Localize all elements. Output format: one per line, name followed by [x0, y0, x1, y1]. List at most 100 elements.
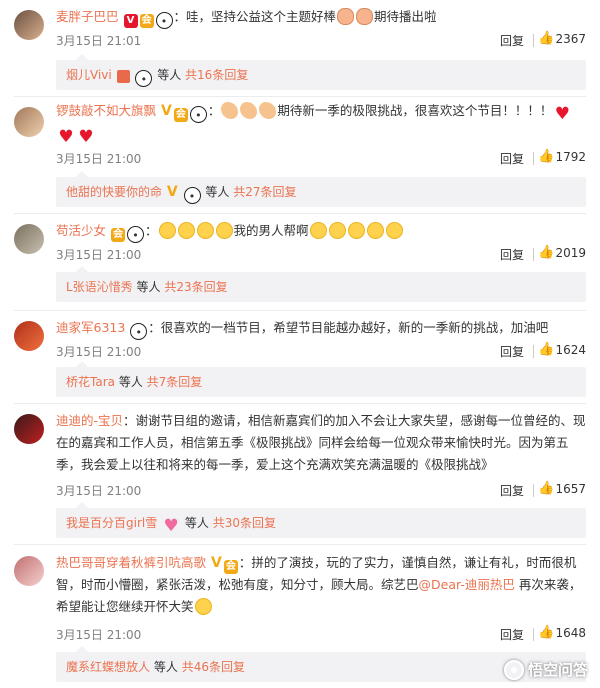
reply-button[interactable]: 回复	[500, 32, 524, 49]
comment-date: 3月15日 21:00	[56, 484, 142, 498]
avatar[interactable]	[14, 556, 44, 586]
watermark: 悟空问答	[503, 659, 588, 680]
comment-username[interactable]: 热巴哥哥穿着秋裤引吭高歌	[56, 555, 206, 570]
arrow-icon	[76, 361, 88, 367]
reply-button[interactable]: 回复	[500, 343, 524, 360]
comment-username[interactable]: 麦胖子巴巴	[56, 9, 119, 24]
comment-text: 期待新一季的极限挑战，很喜欢这个节目！！！！	[277, 103, 553, 118]
reply-total-link[interactable]: 共23条回复	[164, 280, 227, 294]
crying-emoji-icon	[158, 222, 176, 239]
reply-total-link[interactable]: 共16条回复	[185, 68, 248, 82]
divider	[14, 213, 586, 214]
sub-replies-box[interactable]: 我是百分百girl雪 ♥ 等人 共30条回复	[56, 502, 586, 538]
reply-total-link[interactable]: 共27条回复	[233, 185, 296, 199]
comment-username[interactable]: 锣鼓敲不如大旗飘	[56, 103, 156, 118]
thumbs-up-icon[interactable]: 👍	[538, 626, 554, 640]
comment-date: 3月15日 21:00	[56, 345, 142, 359]
reply-user[interactable]: 我是百分百girl雪	[66, 516, 157, 530]
divider	[14, 544, 586, 545]
panda-emoji-icon: •	[135, 70, 153, 87]
smile-emoji-icon	[194, 598, 212, 615]
reply-middle: 等人	[118, 375, 143, 389]
comment-meta: 3月15日 21:01 回复 👍 2367	[56, 32, 586, 50]
panda-emoji-icon: •	[130, 323, 148, 340]
reply-middle: 等人	[153, 660, 178, 674]
divider	[14, 310, 586, 311]
reply-user[interactable]: 魔系红蝶想放人	[66, 660, 150, 674]
flex-arm-emoji-icon	[259, 102, 277, 119]
panda-emoji-icon: •	[183, 187, 201, 204]
comment-text: ：哇，坚持公益这个主题好棒	[173, 9, 337, 24]
arrow-icon	[76, 54, 88, 60]
flex-arm-emoji-icon	[221, 102, 239, 119]
thumbs-up-icon[interactable]: 👍	[538, 343, 554, 357]
arrow-icon	[76, 502, 88, 508]
comment-username[interactable]: 迪家军6313	[56, 320, 125, 335]
comment-date: 3月15日 21:01	[56, 34, 142, 48]
vip-badge-icon: 会	[223, 560, 238, 574]
comment-meta: 3月15日 21:00 回复 👍 1624	[56, 343, 586, 361]
reply-user[interactable]: L张语沁惜秀	[66, 280, 133, 294]
comment-meta: 3月15日 21:00 回复 👍 1792	[56, 150, 586, 168]
divider	[533, 34, 534, 47]
sub-replies-box[interactable]: 桥花Tara 等人 共7条回复	[56, 361, 586, 397]
reply-button[interactable]: 回复	[500, 626, 524, 643]
panda-emoji-icon: •	[189, 106, 207, 123]
reply-user[interactable]: 烟儿Vivi	[66, 68, 112, 82]
vip-badge-icon: 会	[173, 108, 188, 122]
sub-replies-box[interactable]: L张语沁惜秀 等人 共23条回复	[56, 266, 586, 302]
sub-replies-box[interactable]: 他甜的快要你的命 V • 等人 共27条回复	[56, 171, 586, 207]
verified-v-icon: V	[211, 555, 222, 571]
panda-emoji-icon: •	[155, 12, 173, 29]
crying-emoji-icon	[366, 222, 384, 239]
comment-meta: 3月15日 21:00 回复 👍 1657	[56, 482, 586, 500]
vip-badge-icon: 会	[139, 14, 154, 28]
reply-total-link[interactable]: 共7条回复	[147, 375, 203, 389]
avatar[interactable]	[14, 224, 44, 254]
wukong-logo-icon	[503, 659, 524, 680]
crying-emoji-icon	[215, 222, 233, 239]
arrow-icon	[76, 171, 88, 177]
comment-username[interactable]: 苟活少女	[56, 223, 106, 238]
mention-link[interactable]: @Dear-迪丽热巴	[419, 577, 515, 592]
like-count: 1792	[555, 150, 586, 164]
crying-emoji-icon	[328, 222, 346, 239]
avatar[interactable]	[14, 414, 44, 444]
crying-emoji-icon	[347, 222, 365, 239]
divider	[533, 345, 534, 358]
reply-middle: 等人	[184, 516, 209, 530]
heart-icon: ♥	[78, 127, 94, 147]
verified-badge-icon: V	[123, 14, 138, 28]
like-count: 1648	[555, 626, 586, 640]
thumbs-up-icon[interactable]: 👍	[538, 246, 554, 260]
reply-total-link[interactable]: 共30条回复	[213, 516, 276, 530]
reply-user[interactable]: 桥花Tara	[66, 375, 115, 389]
avatar[interactable]	[14, 321, 44, 351]
reply-button[interactable]: 回复	[500, 150, 524, 167]
comment-username[interactable]: 迪迪的-宝贝	[56, 413, 123, 428]
comment-date: 3月15日 21:00	[56, 628, 142, 642]
crying-emoji-icon	[196, 222, 214, 239]
reply-button[interactable]: 回复	[500, 246, 524, 263]
divider	[533, 628, 534, 641]
divider	[533, 248, 534, 261]
comment-text: 期待播出啦	[374, 9, 437, 24]
thumbs-up-icon[interactable]: 👍	[538, 32, 554, 46]
comment-date: 3月15日 21:00	[56, 248, 142, 262]
sub-replies-box[interactable]: 烟儿Vivi • 等人 共16条回复	[56, 54, 586, 90]
comment-meta: 3月15日 21:00 回复 👍 1648	[56, 626, 586, 644]
watermark-text: 悟空问答	[527, 661, 588, 679]
reply-user[interactable]: 他甜的快要你的命	[66, 185, 162, 199]
reply-total-link[interactable]: 共46条回复	[182, 660, 245, 674]
thumbs-up-icon[interactable]: 👍	[538, 150, 554, 164]
crying-emoji-icon	[385, 222, 403, 239]
arrow-icon	[76, 266, 88, 272]
reply-button[interactable]: 回复	[500, 482, 524, 499]
verified-v-icon: V	[166, 184, 178, 200]
thumbs-up-icon[interactable]: 👍	[538, 482, 554, 496]
avatar[interactable]	[14, 10, 44, 40]
divider	[14, 403, 586, 404]
pig-emoji-icon	[356, 8, 374, 25]
flex-arm-emoji-icon	[240, 102, 258, 119]
avatar[interactable]	[14, 107, 44, 137]
